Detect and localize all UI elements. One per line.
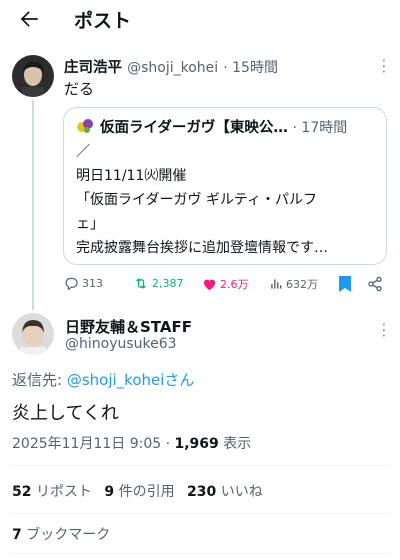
divider	[12, 513, 388, 514]
quoted-post-time: · 17時間	[292, 120, 348, 136]
share-icon[interactable]	[367, 276, 383, 296]
view-count: 632万	[286, 278, 318, 291]
reply-to-prefix: 返信先:	[12, 371, 67, 389]
reply-icon	[65, 277, 78, 291]
divider	[12, 465, 388, 466]
quote-line: ェ」	[76, 216, 104, 232]
quote-line: 明日11/11㈫開催	[76, 168, 187, 184]
like-count: 2.6万	[220, 278, 249, 291]
quotes-count: 9	[104, 484, 115, 500]
quotes-label: 件の引用	[118, 484, 175, 500]
handle[interactable]: @shoji_kohei	[127, 60, 218, 76]
avatar[interactable]	[12, 55, 54, 97]
engagement-stats: 52 リポスト 9 件の引用 230 いいね	[12, 481, 263, 501]
heart-icon	[203, 279, 216, 291]
likes-count: 230	[187, 484, 217, 500]
reply-button[interactable]: 313	[64, 276, 103, 291]
quoted-account-name: 仮面ライダーガヴ【東映公…	[100, 120, 288, 136]
repost-count: 2,387	[152, 277, 184, 290]
divider	[12, 553, 388, 554]
reply-to-suffix: さん	[164, 371, 195, 389]
repost-icon	[136, 278, 146, 289]
quote-line: 「仮面ライダーガヴ ギルティ・パルフ	[76, 192, 318, 208]
views-label: 表示	[218, 436, 252, 452]
likes-label: いいね	[220, 484, 263, 500]
like-button[interactable]: 2.6万	[202, 276, 249, 292]
quoted-avatar-icon	[76, 117, 94, 135]
reposts-count: 52	[12, 484, 32, 500]
views-icon	[271, 279, 282, 289]
reply-to-handle[interactable]: @shoji_kohei	[67, 371, 165, 389]
bookmarks-stat[interactable]: 7 ブックマーク	[12, 524, 110, 544]
reply-to-line: 返信先: @shoji_koheiさん	[12, 369, 194, 390]
back-arrow-icon[interactable]	[16, 6, 42, 32]
quoted-post-header: 仮面ライダーガヴ【東映公… · 17時間	[100, 116, 347, 137]
more-options-icon[interactable]: ⋮	[376, 58, 393, 74]
page-title: ポスト	[74, 10, 132, 32]
more-options-icon[interactable]: ⋮	[376, 322, 393, 338]
bookmark-icon[interactable]	[338, 276, 352, 296]
display-name[interactable]: 庄司浩平	[64, 60, 122, 76]
likes-stat[interactable]: 230 いいね	[187, 484, 263, 500]
bookmarks-label: ブックマーク	[26, 527, 111, 543]
view-count: 1,969	[174, 436, 219, 452]
bookmarks-count: 7	[12, 527, 22, 543]
repost-button[interactable]: 2,387	[133, 276, 184, 291]
quote-line: 完成披露舞台挨拶に追加登壇情報です…	[76, 240, 328, 256]
post-text: 炎上してくれ	[12, 403, 119, 424]
parent-post-header: 庄司浩平 @shoji_kohei · 15時間	[64, 56, 278, 77]
thread-line	[32, 100, 34, 310]
post-text: だる	[64, 80, 95, 98]
display-name[interactable]: 日野友輔＆STAFF	[65, 316, 192, 337]
quoted-post-body: ／ 明日11/11㈫開催 「仮面ライダーガヴ ギルティ・パルフ ェ」 完成披露舞…	[76, 140, 328, 260]
post-timestamp-line: 2025年11月11日 9:05 · 1,969 表示	[12, 433, 251, 453]
handle[interactable]: @hinoyusuke63	[65, 336, 177, 352]
quotes-stat[interactable]: 9 件の引用	[104, 484, 174, 500]
quote-line: ／	[76, 144, 90, 160]
avatar[interactable]	[12, 313, 54, 355]
reposts-label: リポスト	[35, 484, 92, 500]
reposts-stat[interactable]: 52 リポスト	[12, 484, 92, 500]
post-time[interactable]: · 15時間	[223, 60, 278, 76]
post-timestamp[interactable]: 2025年11月11日 9:05 ·	[12, 436, 175, 452]
reply-count: 313	[82, 277, 103, 290]
views-button[interactable]: 632万	[269, 276, 318, 292]
